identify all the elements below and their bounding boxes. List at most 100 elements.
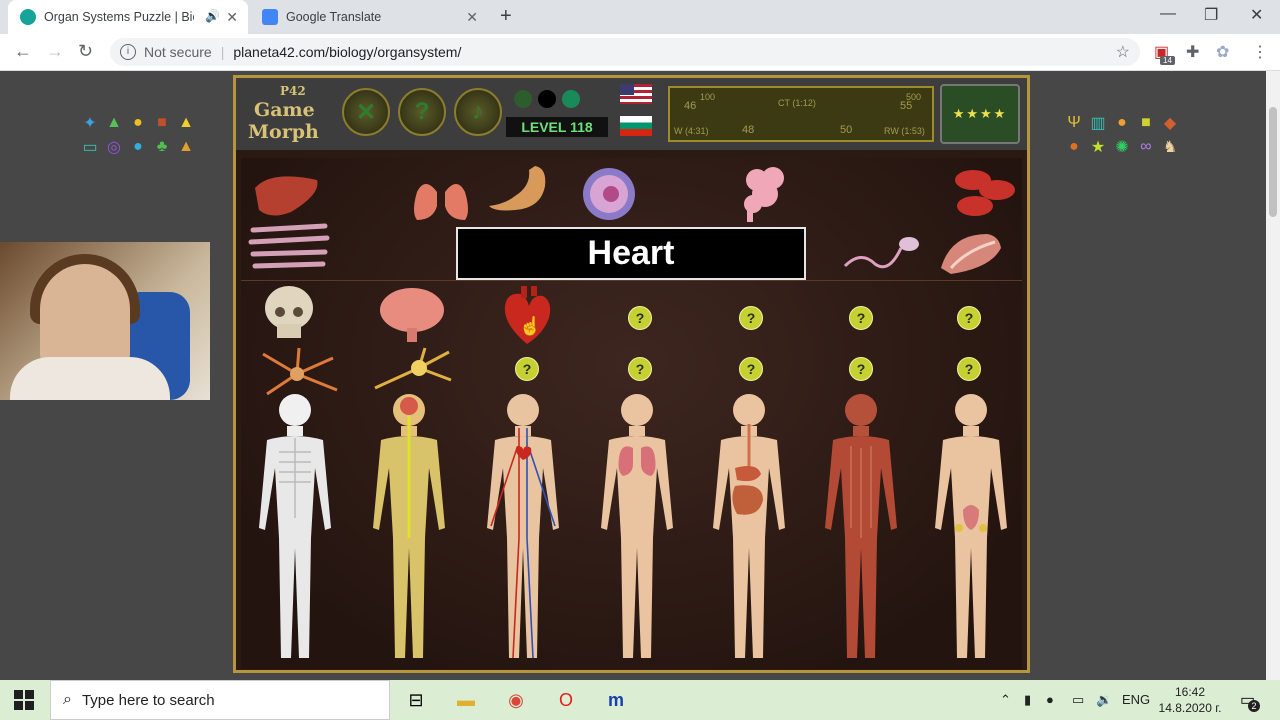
menu-kebab-icon[interactable]: ⋮ <box>1252 42 1268 62</box>
scrollbar-thumb[interactable] <box>1269 107 1277 217</box>
bookmark-star-icon[interactable]: ☆ <box>1116 42 1130 62</box>
start-button[interactable] <box>14 690 34 710</box>
language-indicator[interactable]: ENG <box>1122 692 1150 707</box>
browser-toolbar: ← → ↻ i Not secure | planeta42.com/biolo… <box>0 34 1280 71</box>
bulb-icon[interactable]: ● <box>128 113 148 133</box>
virus-icon[interactable]: ✺ <box>1112 137 1132 157</box>
skull-icon[interactable] <box>261 284 317 342</box>
achievement-stars-icon[interactable]: ★★★★ <box>940 84 1020 144</box>
crate-icon[interactable]: ■ <box>1136 113 1156 133</box>
tray-chevron-icon[interactable]: ⌃ <box>1000 692 1011 708</box>
extension-badge: 14 <box>1160 56 1175 65</box>
bulgarian-flag-icon[interactable] <box>620 116 652 136</box>
brain-icon[interactable] <box>377 284 447 344</box>
window-close-icon[interactable]: ✕ <box>1250 5 1263 25</box>
tab-google-translate[interactable]: Google Translate ✕ <box>250 0 488 34</box>
puzzle-extensions-icon[interactable]: ✚ <box>1186 42 1199 62</box>
hint-marker[interactable]: ? <box>628 357 652 381</box>
psi-icon[interactable]: Ψ <box>1064 113 1084 133</box>
hint-marker[interactable]: ? <box>739 306 763 330</box>
cell-icon[interactable] <box>581 166 637 222</box>
back-icon[interactable]: ← <box>14 41 32 62</box>
digestive-system-body[interactable] <box>699 388 799 668</box>
taskbar-clock[interactable]: 16:42 14.8.2020 г. <box>1150 684 1230 716</box>
star-icon[interactable]: ★ <box>1088 137 1108 157</box>
circulatory-system-body[interactable] <box>473 388 573 668</box>
minimize-icon[interactable]: — <box>1160 5 1176 23</box>
sperm-cell-icon[interactable] <box>841 230 923 274</box>
organ-name-label: Heart <box>456 227 806 280</box>
taskbar-search[interactable]: ⌕ Type here to search <box>50 680 390 720</box>
muscular-system-body[interactable] <box>811 388 911 668</box>
help-button[interactable]: ? <box>398 88 446 136</box>
reload-icon[interactable]: ↻ <box>78 41 93 62</box>
file-explorer-icon[interactable]: ▬ <box>454 688 478 712</box>
url-text[interactable]: planeta42.com/biology/organsystem/ <box>233 44 461 60</box>
microphone-icon[interactable]: ▮ <box>1024 692 1031 708</box>
atom-icon[interactable]: ◎ <box>104 137 124 157</box>
close-icon[interactable]: ✕ <box>466 9 478 26</box>
game-frame: P42 Game Morph ✕ ? ♪ LEVEL 118 100 46 CT… <box>233 75 1030 673</box>
new-tab-button[interactable]: + <box>500 5 512 28</box>
reproductive-system-body[interactable] <box>921 388 1021 668</box>
chat-icon[interactable]: ● <box>128 137 148 157</box>
skeletal-system-body[interactable] <box>245 388 345 668</box>
lyre-icon[interactable]: ♣ <box>152 137 172 157</box>
chrome-icon[interactable]: ◉ <box>504 688 528 712</box>
hint-marker[interactable]: ? <box>957 306 981 330</box>
beaker-icon[interactable]: ▲ <box>176 113 196 133</box>
stomach-icon[interactable] <box>485 162 561 218</box>
english-flag-icon[interactable] <box>620 84 652 104</box>
hand-cursor-icon: ☝ <box>519 316 542 336</box>
hint-marker[interactable]: ? <box>515 357 539 381</box>
info-icon[interactable]: i <box>120 44 136 60</box>
respiratory-system-body[interactable] <box>587 388 687 668</box>
page-scrollbar[interactable] <box>1266 71 1280 680</box>
close-icon[interactable]: ✕ <box>226 9 238 26</box>
book-mini-icon[interactable] <box>562 90 580 108</box>
profile-avatar[interactable]: ✿ <box>1216 42 1229 62</box>
telescope-icon[interactable]: ✦ <box>80 113 100 133</box>
tab-organ-systems[interactable]: Organ Systems Puzzle | Biolo 🔊 ✕ <box>8 0 248 34</box>
chess-icon[interactable]: ♞ <box>1160 137 1180 157</box>
computer-icon[interactable]: ▭ <box>80 137 100 157</box>
red-blood-cells-icon[interactable] <box>949 164 1019 222</box>
hint-marker[interactable]: ? <box>849 357 873 381</box>
ball-icon[interactable]: ● <box>1064 137 1084 157</box>
gamemorph-logo[interactable]: P42 Game Morph <box>242 84 330 143</box>
box-icon[interactable]: ◆ <box>1160 113 1180 133</box>
hint-marker[interactable]: ? <box>849 306 873 330</box>
translate-favicon-icon <box>262 9 278 25</box>
app-m-icon[interactable]: m <box>604 688 628 712</box>
game-favicon-icon <box>20 9 36 25</box>
liver-icon[interactable] <box>251 168 323 220</box>
museum-icon[interactable]: ▥ <box>1088 113 1108 133</box>
alveoli-icon[interactable] <box>737 162 793 224</box>
muscle-cells-icon[interactable] <box>247 220 331 272</box>
puzzle-board: Heart ? ? ? ? ? ? ? ? ? ☝ <box>241 158 1022 669</box>
network-icon[interactable]: ▭ <box>1072 692 1084 708</box>
book-icon[interactable]: ■ <box>152 113 172 133</box>
opera-icon[interactable]: O <box>554 688 578 712</box>
sound-icon[interactable] <box>514 90 532 108</box>
lungs-icon[interactable] <box>409 162 473 224</box>
task-view-icon[interactable]: ⊟ <box>404 688 428 712</box>
address-bar[interactable]: i Not secure | planeta42.com/biology/org… <box>110 38 1140 66</box>
muscle-icon[interactable] <box>937 228 1005 276</box>
restore-icon[interactable]: ❐ <box>1204 5 1218 25</box>
recording-icon[interactable]: ● <box>1046 692 1054 707</box>
film-icon[interactable]: ∞ <box>1136 137 1156 157</box>
forward-icon[interactable]: → <box>46 41 64 62</box>
flask-icon[interactable]: ▲ <box>104 113 124 133</box>
volume-icon[interactable]: 🔉 <box>1096 692 1112 708</box>
music-button[interactable]: ♪ <box>454 88 502 136</box>
dark-mode-icon[interactable] <box>538 90 556 108</box>
audio-icon[interactable]: 🔊 <box>205 9 220 23</box>
hint-marker[interactable]: ? <box>739 357 763 381</box>
swords-button[interactable]: ✕ <box>342 88 390 136</box>
hint-marker[interactable]: ? <box>628 306 652 330</box>
hint-marker[interactable]: ? <box>957 357 981 381</box>
nervous-system-body[interactable] <box>359 388 459 668</box>
bird-icon[interactable]: ● <box>1112 113 1132 133</box>
hat-icon[interactable]: ▲ <box>176 137 196 157</box>
